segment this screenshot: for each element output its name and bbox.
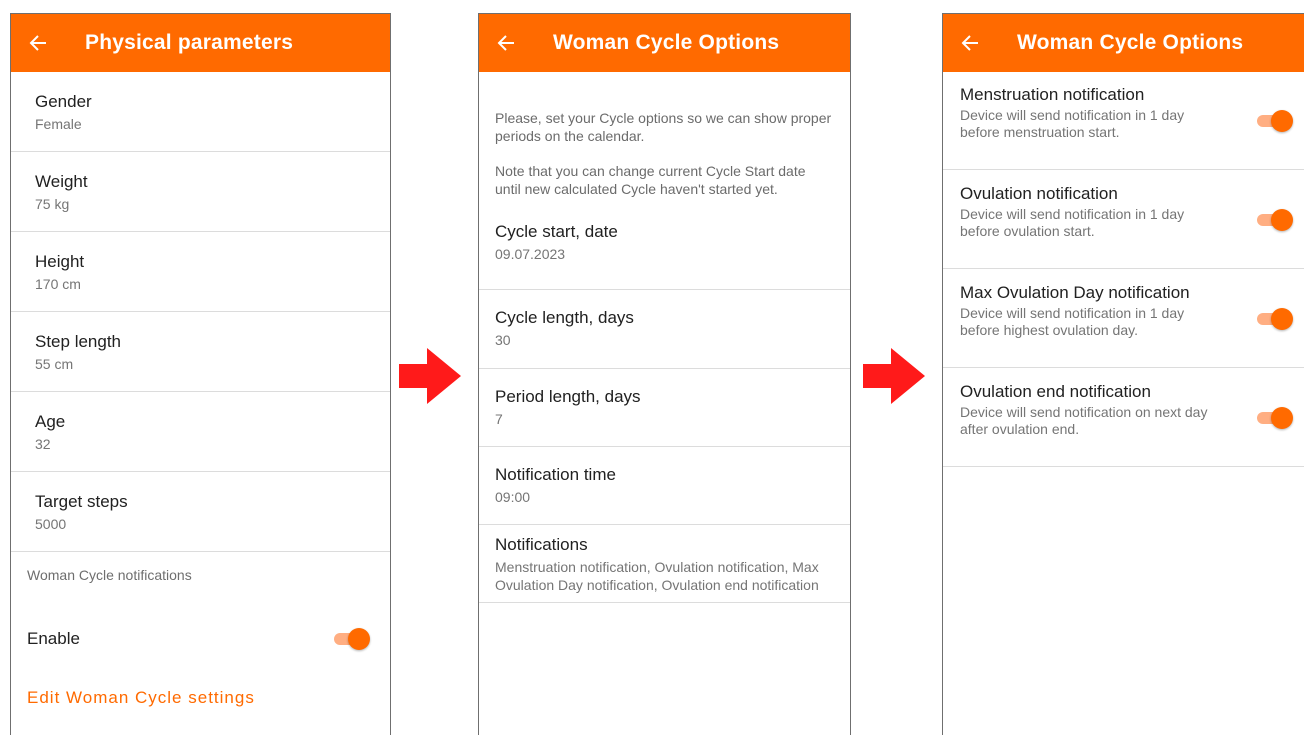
setting-label: Weight [35, 172, 88, 191]
item-value: 09:00 [495, 489, 531, 505]
toggle-thumb [1271, 110, 1293, 132]
setting-target-steps[interactable]: Target steps 5000 [11, 472, 390, 552]
back-arrow-icon[interactable] [961, 32, 983, 54]
setting-value: 32 [35, 436, 51, 452]
setting-gender[interactable]: Gender Female [11, 72, 390, 152]
enable-toggle[interactable] [334, 628, 370, 650]
setting-label: Height [35, 252, 85, 271]
ovulation-notification-item[interactable]: Ovulation notification Device will send … [943, 170, 1304, 269]
enable-label: Enable [27, 629, 80, 648]
intro-text: Please, set your Cycle options so we can… [479, 72, 850, 198]
item-description: Device will send notification on next da… [960, 404, 1208, 437]
item-text: Ovulation notification Device will send … [960, 183, 1257, 240]
toggle-thumb [1271, 407, 1293, 429]
setting-age[interactable]: Age 32 [11, 392, 390, 472]
menstruation-toggle[interactable] [1257, 110, 1293, 132]
notification-list: Menstruation notification Device will se… [943, 72, 1304, 467]
app-bar: Woman Cycle Options [943, 14, 1304, 72]
item-label: Period length, days [495, 387, 641, 406]
setting-label: Age [35, 412, 66, 431]
page-title: Woman Cycle Options [1017, 31, 1244, 54]
cycle-length-item[interactable]: Cycle length, days 30 [479, 290, 850, 369]
app-bar: Physical parameters [11, 14, 390, 72]
item-description: Device will send notification in 1 day b… [960, 206, 1185, 239]
item-label: Ovulation notification [960, 184, 1118, 203]
notification-options-screen: Woman Cycle Options Menstruation notific… [942, 13, 1304, 735]
toggle-thumb [348, 628, 370, 650]
max-ovulation-day-notification-item[interactable]: Max Ovulation Day notification Device wi… [943, 269, 1304, 368]
setting-weight[interactable]: Weight 75 kg [11, 152, 390, 232]
notification-time-item[interactable]: Notification time 09:00 [479, 447, 850, 525]
back-arrow-icon[interactable] [29, 32, 51, 54]
setting-height[interactable]: Height 170 cm [11, 232, 390, 312]
toggle-thumb [1271, 209, 1293, 231]
right-arrow-icon [399, 348, 461, 404]
edit-woman-cycle-link[interactable]: Edit Woman Cycle settings [11, 668, 390, 708]
item-value: 09.07.2023 [495, 246, 566, 262]
page-title: Woman Cycle Options [553, 31, 780, 54]
ovulation-end-notification-item[interactable]: Ovulation end notification Device will s… [943, 368, 1304, 467]
woman-cycle-options-screen: Woman Cycle Options Please, set your Cyc… [478, 13, 851, 735]
setting-value: 55 cm [35, 356, 74, 372]
item-label: Cycle start, date [495, 222, 618, 241]
setting-label: Step length [35, 332, 122, 351]
intro-paragraph: Note that you can change current Cycle S… [495, 163, 806, 197]
item-text: Menstruation notification Device will se… [960, 84, 1257, 141]
max-ovulation-toggle[interactable] [1257, 308, 1293, 330]
back-arrow-icon[interactable] [497, 32, 519, 54]
page-title: Physical parameters [85, 31, 294, 54]
item-text: Max Ovulation Day notification Device wi… [960, 282, 1257, 339]
notifications-item[interactable]: Notifications Menstruation notification,… [479, 525, 850, 603]
item-value: 7 [495, 411, 503, 427]
setting-value: 170 cm [35, 276, 81, 292]
setting-value: 5000 [35, 516, 67, 532]
item-label: Menstruation notification [960, 85, 1145, 104]
item-label: Ovulation end notification [960, 382, 1151, 401]
cycle-start-date-item[interactable]: Cycle start, date 09.07.2023 [479, 198, 850, 290]
physical-parameters-screen: Physical parameters Gender Female Weight… [10, 13, 391, 735]
app-bar: Woman Cycle Options [479, 14, 850, 72]
toggle-thumb [1271, 308, 1293, 330]
item-label: Notifications [495, 535, 588, 554]
setting-step-length[interactable]: Step length 55 cm [11, 312, 390, 392]
notifications-summary: Menstruation notification, Ovulation not… [495, 559, 819, 593]
ovulation-end-toggle[interactable] [1257, 407, 1293, 429]
setting-value: Female [35, 116, 82, 132]
setting-value: 75 kg [35, 196, 70, 212]
menstruation-notification-item[interactable]: Menstruation notification Device will se… [943, 72, 1304, 170]
enable-row[interactable]: Enable [11, 610, 390, 668]
setting-label: Gender [35, 92, 92, 111]
item-value: Menstruation notification, Ovulation not… [495, 558, 850, 594]
intro-paragraph: Please, set your Cycle options so we can… [495, 110, 832, 144]
item-value: 30 [495, 332, 511, 348]
setting-label: Target steps [35, 492, 128, 511]
item-description: Device will send notification in 1 day b… [960, 107, 1185, 140]
item-label: Cycle length, days [495, 308, 634, 327]
right-arrow-icon [863, 348, 925, 404]
item-label: Max Ovulation Day notification [960, 283, 1190, 302]
ovulation-toggle[interactable] [1257, 209, 1293, 231]
item-description: Device will send notification in 1 day b… [960, 305, 1185, 338]
item-text: Ovulation end notification Device will s… [960, 381, 1257, 438]
period-length-item[interactable]: Period length, days 7 [479, 369, 850, 447]
section-header: Woman Cycle notifications [27, 567, 192, 583]
item-label: Notification time [495, 465, 616, 484]
